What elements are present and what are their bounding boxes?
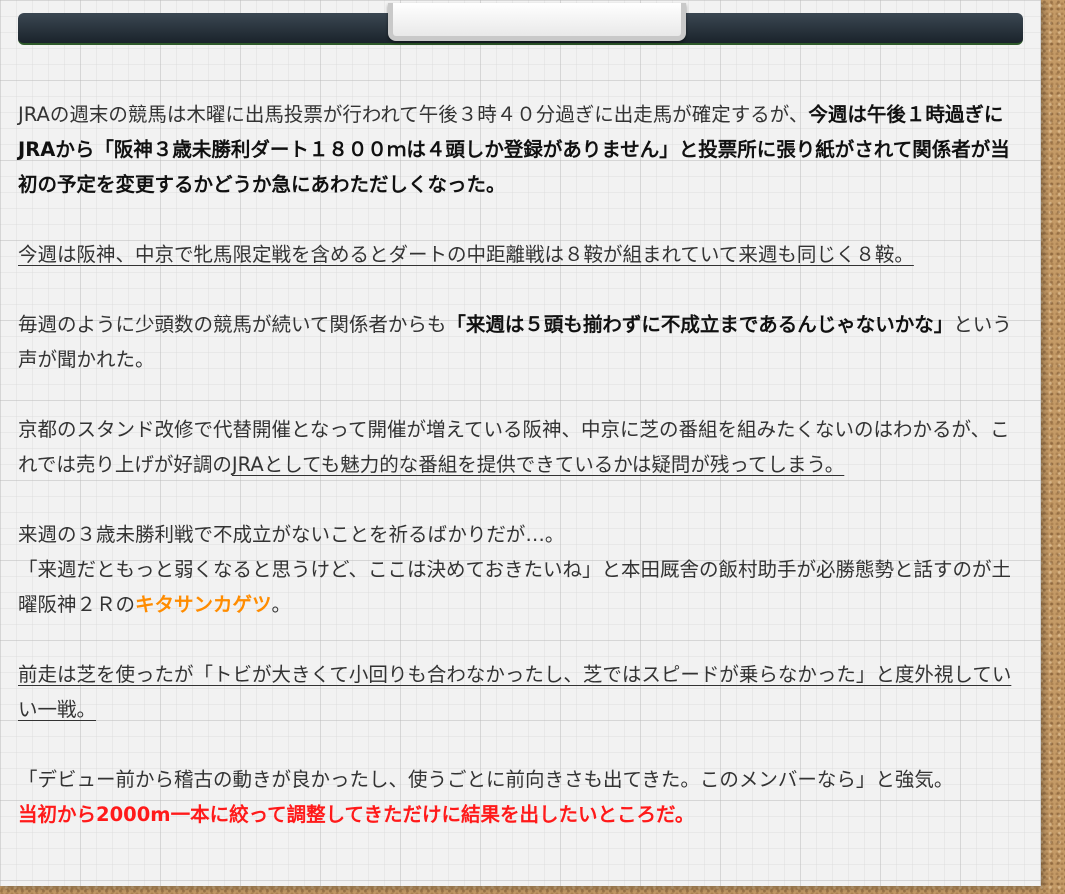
horse-name-link[interactable]: キタサンカゲツ xyxy=(135,593,272,616)
paragraph-7: 「デビュー前から稽古の動きが良かったし、使うごとに前向きさも出てきた。このメンバ… xyxy=(18,762,1028,832)
paragraph-5-line-1: 来週の３歳未勝利戦で不成立がないことを祈るばかりだが…。 xyxy=(18,523,565,546)
paragraph-3-text: 毎週のように少頭数の競馬が続いて関係者からも xyxy=(18,313,447,336)
paragraph-1: JRAの週末の競馬は木曜に出馬投票が行われて午後３時４０分過ぎに出走馬が確定する… xyxy=(18,97,1028,202)
paragraph-2-underlined: 今週は阪神、中京で牝馬限定戦を含めるとダートの中距離戦は８鞍が組まれていて来週も… xyxy=(18,243,914,266)
article-body: JRAの週末の競馬は木曜に出馬投票が行われて午後３時４０分過ぎに出走馬が確定する… xyxy=(18,97,1028,832)
paragraph-5-end: 。 xyxy=(271,593,292,616)
header-bar xyxy=(18,3,1023,45)
paragraph-3-quote: 「来週は５頭も揃わずに不成立まであるんじゃないかな」 xyxy=(446,313,954,336)
paragraph-2: 今週は阪神、中京で牝馬限定戦を含めるとダートの中距離戦は８鞍が組まれていて来週も… xyxy=(18,237,1028,272)
paragraph-6-underlined: 前走は芝を使ったが「トビが大きくて小回りも合わなかったし、芝ではスピードが乗らな… xyxy=(18,663,1012,721)
paragraph-4: 京都のスタンド改修で代替開催となって開催が増えている阪神、中京に芝の番組を組みた… xyxy=(18,412,1028,482)
paragraph-5: 来週の３歳未勝利戦で不成立がないことを祈るばかりだが…。 「来週だともっと弱くなる… xyxy=(18,517,1028,622)
paragraph-3: 毎週のように少頭数の競馬が続いて関係者からも「来週は５頭も揃わずに不成立まである… xyxy=(18,307,1028,377)
paragraph-7-conclusion: 当初から2000m一本に絞って調整してきただけに結果を出したいところだ。 xyxy=(18,803,695,826)
paragraph-4-underlined: JRAとしても魅力的な番組を提供できているかは疑問が残ってしまう。 xyxy=(231,453,845,476)
paper-sheet: JRAの週末の競馬は木曜に出馬投票が行われて午後３時４０分過ぎに出走馬が確定する… xyxy=(0,0,1041,886)
paragraph-1-text: JRAの週末の競馬は木曜に出馬投票が行われて午後３時４０分過ぎに出走馬が確定する… xyxy=(18,103,809,126)
clipboard-clip xyxy=(388,3,686,41)
paragraph-6: 前走は芝を使ったが「トビが大きくて小回りも合わなかったし、芝ではスピードが乗らな… xyxy=(18,657,1028,727)
paragraph-7-line-1: 「デビュー前から稽古の動きが良かったし、使うごとに前向きさも出てきた。このメンバ… xyxy=(18,768,954,791)
